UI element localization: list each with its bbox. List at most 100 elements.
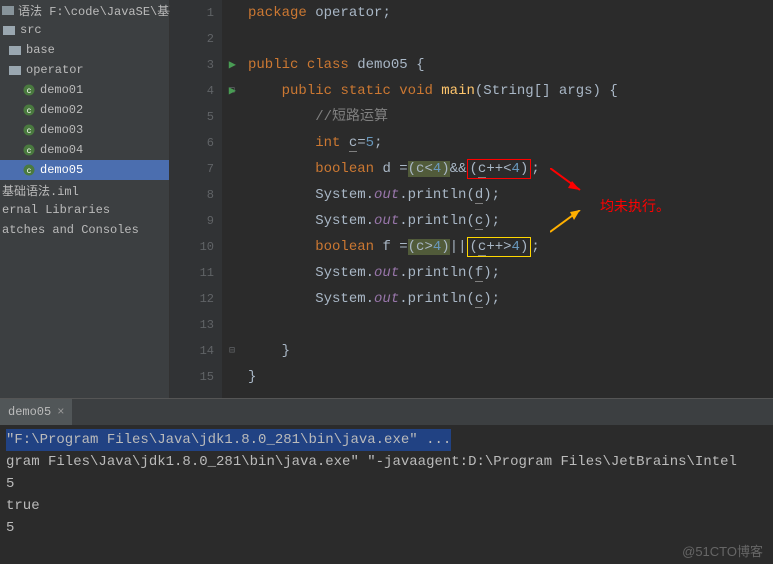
op-or: || [450, 239, 467, 255]
kw-package: package [248, 5, 307, 21]
var-c: c [349, 135, 357, 152]
comment: //短路运算 [315, 109, 388, 125]
run-console[interactable]: demo05 × "F:\Program Files\Java\jdk1.8.0… [0, 398, 773, 564]
num-5: 5 [366, 135, 374, 151]
kw-public: public [282, 83, 332, 99]
kw-public: public [248, 57, 298, 73]
method-args: (String[] args) { [475, 83, 618, 99]
external-libraries[interactable]: ernal Libraries [0, 200, 169, 220]
svg-text:c: c [27, 147, 32, 156]
sys: System. [315, 187, 374, 203]
file-label: demo02 [40, 103, 83, 117]
arg-c: c [475, 291, 483, 308]
out-field: out [374, 187, 399, 203]
svg-text:c: c [27, 167, 32, 176]
sys: System. [315, 213, 374, 229]
file-demo02[interactable]: c demo02 [0, 100, 169, 120]
line-number: 2 [170, 26, 222, 52]
package-name: operator [315, 5, 382, 21]
println: .println( [399, 265, 475, 281]
line-number: 6 [170, 130, 222, 156]
kw-boolean: boolean [315, 161, 374, 177]
method-main: main [441, 83, 475, 99]
kw-boolean: boolean [315, 239, 374, 255]
svg-text:c: c [27, 87, 32, 96]
console-tab[interactable]: demo05 × [0, 399, 72, 425]
file-demo04[interactable]: c demo04 [0, 140, 169, 160]
svg-text:c: c [27, 107, 32, 116]
kw-int: int [315, 135, 340, 151]
file-label: demo04 [40, 143, 83, 157]
file-label: demo05 [40, 163, 83, 177]
line-number: 15 [170, 364, 222, 390]
sys: System. [315, 265, 374, 281]
close-icon[interactable]: × [57, 405, 64, 419]
out-field: out [374, 291, 399, 307]
line-number: 3▶ [170, 52, 222, 78]
sys: System. [315, 291, 374, 307]
scratches-consoles[interactable]: atches and Consoles [0, 220, 169, 240]
class-icon: c [22, 123, 36, 137]
arg-c: c [475, 213, 483, 230]
println: .println( [399, 187, 475, 203]
fold-end-icon: ⊟ [222, 338, 242, 364]
console-tab-label: demo05 [8, 405, 51, 419]
code-editor[interactable]: 1 2 3▶ 4▶ 5 6 7 8 9 10 11 12 13 14 15 ⊟ … [170, 0, 773, 398]
var-f: f = [382, 239, 407, 255]
line-number: 9 [170, 208, 222, 234]
operator-folder[interactable]: operator [0, 60, 169, 80]
line-number: 12 [170, 286, 222, 312]
folder-icon [2, 23, 16, 37]
console-line: true [6, 495, 767, 517]
file-label: demo01 [40, 83, 83, 97]
line-number: 11 [170, 260, 222, 286]
highlight-red-box: (c++<4) [467, 159, 532, 179]
class-name: demo05 [357, 57, 407, 73]
println: .println( [399, 213, 475, 229]
folder-label: operator [26, 63, 84, 77]
line-number: 14 [170, 338, 222, 364]
out-field: out [374, 265, 399, 281]
line-number: 5 [170, 104, 222, 130]
class-icon: c [22, 163, 36, 177]
console-tab-bar: demo05 × [0, 399, 773, 425]
iml-file[interactable]: 基础语法.iml [0, 180, 169, 200]
run-gutter-icon[interactable]: ▶ [229, 52, 236, 78]
run-gutter-icon[interactable]: ▶ [229, 78, 236, 104]
console-output[interactable]: "F:\Program Files\Java\jdk1.8.0_281\bin\… [0, 425, 773, 543]
project-tree[interactable]: 语法 F:\code\JavaSE\基础语法 src base operator… [0, 0, 170, 398]
iml-label: 基础语法.iml [2, 182, 79, 199]
file-demo05[interactable]: c demo05 [0, 160, 169, 180]
kw-void: void [399, 83, 433, 99]
scratches-label: atches and Consoles [2, 223, 139, 237]
println: .println( [399, 291, 475, 307]
ext-libs-label: ernal Libraries [2, 203, 110, 217]
console-line: gram Files\Java\jdk1.8.0_281\bin\java.ex… [6, 451, 767, 473]
out-field: out [374, 213, 399, 229]
folder-label: base [26, 43, 55, 57]
line-gutter: 1 2 3▶ 4▶ 5 6 7 8 9 10 11 12 13 14 15 [170, 0, 222, 398]
arg-f: f [475, 265, 483, 282]
watermark: @51CTO博客 [682, 541, 763, 560]
annotation-arrow-yellow [550, 210, 590, 240]
line-number: 1 [170, 0, 222, 26]
file-label: demo03 [40, 123, 83, 137]
highlight-yellow-box: (c++>4) [467, 237, 532, 257]
project-root[interactable]: 语法 F:\code\JavaSE\基础语法 [0, 0, 169, 20]
line-number: 8 [170, 182, 222, 208]
code-area[interactable]: package operator; public class demo05 { … [242, 0, 773, 398]
console-cmd-highlight: "F:\Program Files\Java\jdk1.8.0_281\bin\… [6, 429, 451, 451]
console-line: 5 [6, 517, 767, 539]
svg-text:c: c [27, 127, 32, 136]
folder-icon [8, 43, 22, 57]
line-number: 10 [170, 234, 222, 260]
kw-static: static [340, 83, 390, 99]
file-demo03[interactable]: c demo03 [0, 120, 169, 140]
class-icon: c [22, 83, 36, 97]
file-demo01[interactable]: c demo01 [0, 80, 169, 100]
line-number: 13 [170, 312, 222, 338]
src-folder[interactable]: src [0, 20, 169, 40]
base-folder[interactable]: base [0, 40, 169, 60]
folder-icon [8, 63, 22, 77]
line-number: 4▶ [170, 78, 222, 104]
